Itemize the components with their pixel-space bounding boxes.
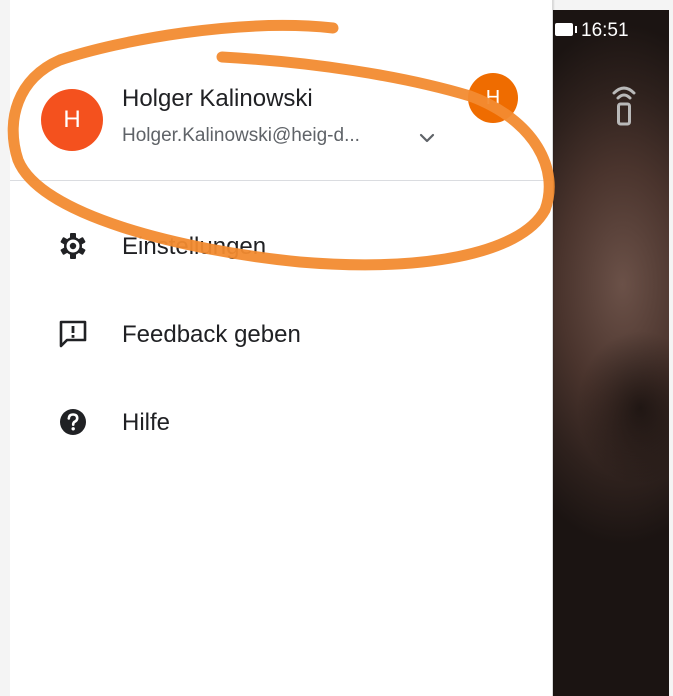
- status-bar: 16:51: [553, 14, 669, 48]
- status-time: 16:51: [581, 20, 629, 41]
- gear-icon: [60, 233, 86, 259]
- menu-item-settings[interactable]: Einstellungen: [10, 211, 553, 281]
- menu-item-feedback[interactable]: Feedback geben: [10, 299, 553, 369]
- navigation-drawer: H H Holger Kalinowski Holger.Kalinowski@…: [10, 0, 553, 696]
- menu-item-help[interactable]: Hilfe: [10, 387, 553, 457]
- secondary-account-avatar[interactable]: H: [468, 73, 518, 123]
- help-icon: [60, 409, 86, 435]
- divider: [10, 180, 553, 181]
- menu-item-label: Hilfe: [122, 409, 171, 436]
- avatar[interactable]: H: [41, 89, 103, 151]
- menu-item-label: Einstellungen: [122, 233, 267, 260]
- battery-icon: [555, 23, 577, 36]
- chevron-down-icon[interactable]: [415, 126, 439, 150]
- account-header[interactable]: H H Holger Kalinowski Holger.Kalinowski@…: [10, 0, 553, 180]
- cast-icon[interactable]: [609, 82, 639, 126]
- feedback-icon: [59, 320, 87, 348]
- menu-item-label: Feedback geben: [122, 321, 301, 348]
- drawer-shadow: [552, 0, 555, 696]
- account-email: Holger.Kalinowski@heig-d...: [122, 125, 360, 146]
- account-name: Holger Kalinowski: [122, 85, 313, 112]
